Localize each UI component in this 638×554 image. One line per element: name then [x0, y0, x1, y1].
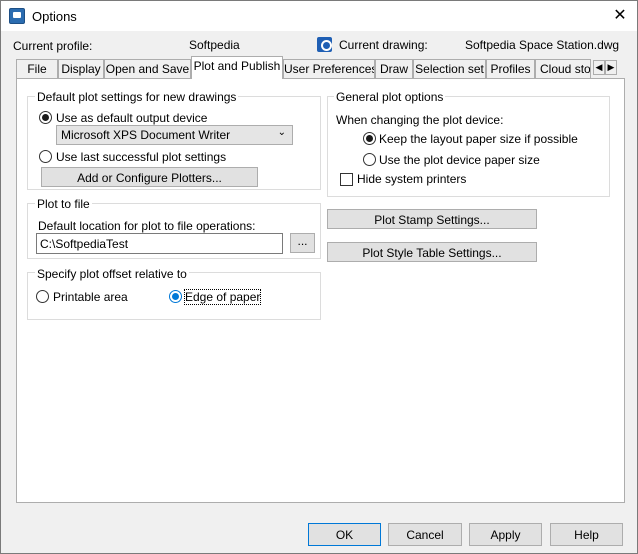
tab-profiles[interactable]: Profiles — [486, 59, 535, 79]
current-drawing-label: Current drawing: — [339, 38, 428, 52]
tab-draw[interactable]: Draw — [375, 59, 413, 79]
tab-scroll-left-icon[interactable]: ◀ — [593, 60, 605, 75]
hide-system-printers-label: Hide system printers — [357, 172, 467, 186]
options-window: Options ✕ Current profile: Softpedia Cur… — [0, 0, 638, 554]
window-title: Options — [32, 9, 77, 24]
use-default-device-radio[interactable] — [39, 111, 52, 124]
plot-stamp-settings-button[interactable]: Plot Stamp Settings... — [327, 209, 537, 229]
plot-and-publish-panel: Default plot settings for new drawings U… — [16, 78, 625, 503]
tab-user-preferences[interactable]: User Preferences — [283, 59, 375, 79]
use-last-settings-radio[interactable] — [39, 150, 52, 163]
ok-button[interactable]: OK — [308, 523, 381, 546]
use-last-settings-label: Use last successful plot settings — [56, 150, 227, 164]
plot-to-file-title: Plot to file — [35, 197, 92, 211]
add-configure-plotters-button[interactable]: Add or Configure Plotters... — [41, 167, 258, 187]
current-profile-label: Current profile: — [13, 39, 93, 53]
cancel-button[interactable]: Cancel — [388, 523, 462, 546]
tab-selection-set[interactable]: Selection set — [413, 59, 486, 79]
plot-file-location-label: Default location for plot to file operat… — [38, 219, 256, 233]
printable-area-label: Printable area — [53, 290, 128, 304]
app-icon — [9, 8, 25, 24]
printable-area-radio[interactable] — [36, 290, 49, 303]
use-device-size-radio[interactable] — [363, 153, 376, 166]
default-plot-settings-title: Default plot settings for new drawings — [35, 90, 239, 104]
title-bar: Options ✕ — [1, 1, 637, 31]
browse-location-button[interactable]: ... — [290, 233, 315, 253]
edge-of-paper-radio[interactable] — [169, 290, 182, 303]
tab-display[interactable]: Display — [58, 59, 104, 79]
drawing-file-icon — [317, 37, 332, 52]
plot-file-location-input[interactable]: C:\SoftpediaTest — [36, 233, 283, 254]
help-button[interactable]: Help — [550, 523, 623, 546]
changing-plot-device-label: When changing the plot device: — [336, 113, 504, 127]
tab-strip: File Display Open and Save Plot and Publ… — [16, 56, 617, 79]
use-device-size-label: Use the plot device paper size — [379, 153, 540, 167]
output-device-select[interactable]: Microsoft XPS Document Writer ⌄ — [56, 125, 293, 145]
keep-layout-size-label: Keep the layout paper size if possible — [379, 132, 578, 146]
plot-offset-title: Specify plot offset relative to — [35, 267, 189, 281]
tab-file[interactable]: File — [16, 59, 58, 79]
current-profile-value: Softpedia — [189, 38, 240, 52]
hide-system-printers-checkbox[interactable] — [340, 173, 353, 186]
edge-of-paper-label: Edge of paper — [183, 289, 262, 305]
apply-button[interactable]: Apply — [469, 523, 542, 546]
tab-scroll-right-icon[interactable]: ▶ — [605, 60, 617, 75]
current-drawing-value: Softpedia Space Station.dwg — [465, 38, 620, 52]
use-default-device-label: Use as default output device — [56, 111, 208, 125]
close-icon[interactable]: ✕ — [609, 5, 631, 27]
keep-layout-size-radio[interactable] — [363, 132, 376, 145]
general-plot-options-title: General plot options — [334, 90, 446, 104]
chevron-down-icon: ⌄ — [277, 127, 286, 138]
plot-style-table-settings-button[interactable]: Plot Style Table Settings... — [327, 242, 537, 262]
tab-plot-and-publish[interactable]: Plot and Publish — [191, 56, 283, 79]
tab-cloud-storage[interactable]: Cloud stora — [535, 59, 591, 79]
output-device-value: Microsoft XPS Document Writer — [61, 128, 231, 142]
tab-open-and-save[interactable]: Open and Save — [104, 59, 191, 79]
